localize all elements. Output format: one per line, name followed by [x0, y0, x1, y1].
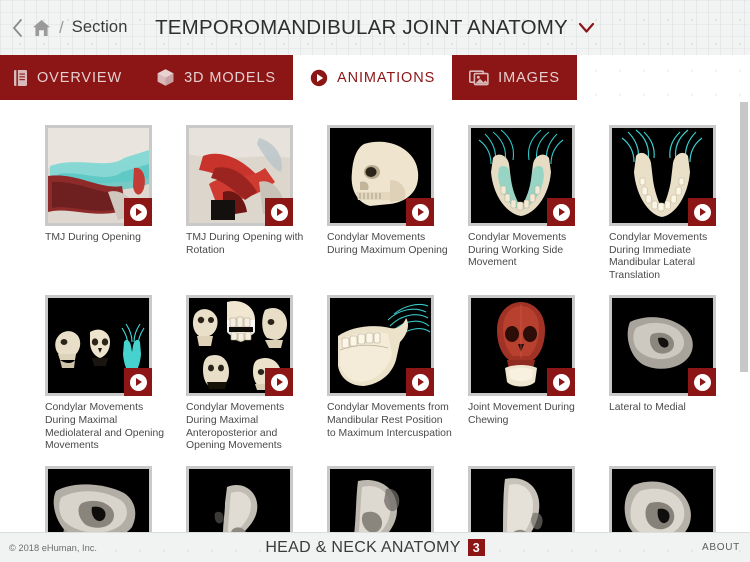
animation-thumbnail[interactable]: [186, 295, 293, 397]
back-button[interactable]: [10, 17, 25, 39]
animation-thumbnail[interactable]: [327, 125, 434, 226]
animations-gallery-scroll-area[interactable]: TMJ During Opening TMJ During Opening wi…: [0, 100, 750, 532]
animation-card[interactable]: TMJ During Opening with Rotation: [186, 125, 327, 282]
thumbnail-image: [612, 468, 713, 532]
animation-caption: TMJ During Opening with Rotation: [186, 232, 304, 256]
animation-thumbnail[interactable]: [45, 295, 152, 397]
footer-title-group: HEAD & NECK ANATOMY 3: [0, 539, 750, 557]
footer-version-badge: 3: [467, 539, 485, 556]
images-icon: [469, 69, 489, 86]
animation-card[interactable]: [45, 465, 186, 532]
vertical-scrollbar[interactable]: [740, 100, 750, 532]
footer-title: HEAD & NECK ANATOMY: [265, 538, 461, 556]
app-header: / Section TEMPOROMANDIBULAR JOINT ANATOM…: [0, 0, 750, 55]
tab-label: 3D MODELS: [184, 69, 276, 86]
animation-caption: Condylar Movements During Maximal Antero…: [186, 402, 285, 452]
tab-label: IMAGES: [498, 69, 560, 86]
animation-thumbnail[interactable]: [186, 465, 293, 532]
animation-card[interactable]: Condylar Movements During Maximum Openin…: [327, 125, 468, 282]
play-icon[interactable]: [406, 368, 434, 397]
animation-card[interactable]: Condylar Movements During Maximal Mediol…: [45, 295, 186, 452]
animation-thumbnail[interactable]: [468, 295, 575, 397]
play-icon[interactable]: [265, 368, 293, 397]
thumbnail-image: [330, 468, 431, 532]
animation-card[interactable]: [327, 465, 468, 532]
animation-caption: Condylar Movements from Mandibular Rest …: [327, 402, 452, 439]
animation-caption: Condylar Movements During Immediate Mand…: [609, 232, 708, 281]
page-title: TEMPOROMANDIBULAR JOINT ANATOMY: [155, 15, 568, 39]
play-icon[interactable]: [688, 198, 716, 226]
tab-bar: OVERVIEW 3D MODELS ANIMATIONS IMAGES: [0, 55, 750, 100]
play-icon[interactable]: [124, 198, 152, 226]
app-footer: © 2018 eHuman, Inc. HEAD & NECK ANATOMY …: [0, 532, 750, 562]
animation-caption: Condylar Movements During Maximum Openin…: [327, 232, 448, 256]
animation-thumbnail[interactable]: [327, 465, 434, 532]
animation-thumbnail[interactable]: [468, 465, 575, 532]
animation-card[interactable]: TMJ During Opening: [45, 125, 186, 282]
chevron-down-icon[interactable]: [578, 22, 595, 34]
play-icon[interactable]: [124, 368, 152, 397]
animation-card[interactable]: Joint Movement During Chewing: [468, 295, 609, 452]
tab-label: OVERVIEW: [37, 69, 123, 86]
thumbnail-image: [189, 468, 290, 532]
about-link[interactable]: ABOUT: [702, 542, 740, 553]
play-icon[interactable]: [547, 198, 575, 226]
animation-card[interactable]: Lateral to Medial: [609, 295, 750, 452]
tab-label: ANIMATIONS: [337, 69, 436, 86]
app-window: / Section TEMPOROMANDIBULAR JOINT ANATOM…: [0, 0, 750, 562]
cube-icon: [156, 68, 175, 87]
animation-caption: Lateral to Medial: [609, 402, 686, 414]
play-icon: [310, 69, 328, 87]
home-icon: [33, 19, 50, 36]
home-button[interactable]: [32, 19, 51, 37]
animation-thumbnail[interactable]: [609, 465, 716, 532]
animation-caption: Joint Movement During Chewing: [468, 402, 575, 426]
animation-caption: Condylar Movements During Working Side M…: [468, 232, 567, 269]
play-icon[interactable]: [688, 368, 716, 397]
tab-3d-models[interactable]: 3D MODELS: [139, 55, 293, 100]
animation-thumbnail[interactable]: [186, 125, 293, 226]
animation-card[interactable]: Condylar Movements During Maximal Antero…: [186, 295, 327, 452]
tab-animations[interactable]: ANIMATIONS: [293, 55, 453, 100]
play-icon[interactable]: [547, 368, 575, 397]
animation-card[interactable]: [609, 465, 750, 532]
animation-card[interactable]: Condylar Movements from Mandibular Rest …: [327, 295, 468, 452]
scrollbar-thumb[interactable]: [740, 102, 748, 372]
animation-caption: Condylar Movements During Maximal Mediol…: [45, 402, 164, 452]
animation-caption: TMJ During Opening: [45, 232, 141, 243]
thumbnail-image: [48, 468, 149, 532]
animation-card[interactable]: Condylar Movements During Working Side M…: [468, 125, 609, 282]
animation-thumbnail[interactable]: [609, 125, 716, 226]
thumbnail-image: [471, 468, 572, 532]
book-icon: [13, 69, 28, 87]
play-icon[interactable]: [265, 198, 293, 226]
tab-images[interactable]: IMAGES: [452, 55, 577, 100]
animation-card[interactable]: [186, 465, 327, 532]
play-icon[interactable]: [406, 198, 434, 226]
animation-card[interactable]: [468, 465, 609, 532]
animations-grid: TMJ During Opening TMJ During Opening wi…: [0, 100, 750, 532]
animation-thumbnail[interactable]: [327, 295, 434, 397]
breadcrumb-section-label[interactable]: Section: [72, 18, 128, 37]
breadcrumb-separator: /: [59, 17, 64, 37]
chevron-left-icon: [13, 18, 22, 37]
animation-card[interactable]: Condylar Movements During Immediate Mand…: [609, 125, 750, 282]
tab-strip: OVERVIEW 3D MODELS ANIMATIONS IMAGES: [0, 55, 577, 100]
animation-thumbnail[interactable]: [468, 125, 575, 226]
animation-thumbnail[interactable]: [45, 125, 152, 226]
breadcrumb: / Section: [10, 0, 127, 55]
tab-overview[interactable]: OVERVIEW: [0, 55, 140, 100]
animation-thumbnail[interactable]: [45, 465, 152, 532]
animation-thumbnail[interactable]: [609, 295, 716, 397]
